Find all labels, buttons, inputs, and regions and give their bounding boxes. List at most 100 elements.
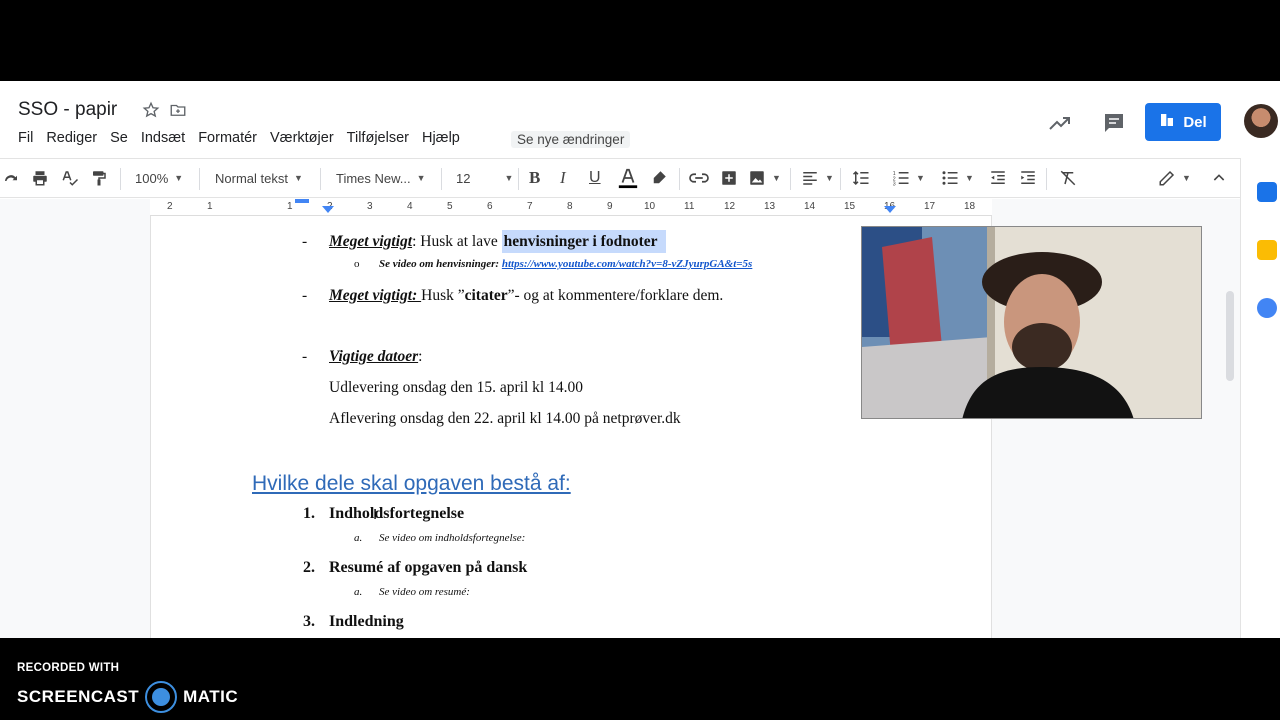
underline-icon[interactable]: U: [589, 167, 601, 189]
move-folder-icon[interactable]: [169, 101, 189, 121]
collapse-toolbar-icon[interactable]: [1211, 167, 1227, 189]
first-line-indent-marker[interactable]: [295, 199, 309, 203]
youtube-link[interactable]: https://www.youtube.com/watch?v=8-vZJyur…: [502, 258, 752, 270]
menu-se[interactable]: Se: [110, 130, 128, 146]
body-text: ”- og at kommentere/forklare dem.: [507, 287, 724, 304]
list-number: 1.: [303, 505, 315, 522]
sub-item-toc-video: Se video om indholdsfortegnelse:: [379, 532, 526, 544]
chevron-down-icon: ▼: [965, 173, 974, 183]
align-left-icon[interactable]: ▼: [801, 167, 834, 189]
clear-formatting-icon[interactable]: [1059, 167, 1077, 189]
body-text: Husk at lave: [416, 233, 502, 250]
paragraph-style-select[interactable]: Normal tekst ▼: [215, 167, 303, 189]
highlight-color-icon[interactable]: [650, 167, 668, 189]
list-item-toc: Indholdsfortegnelse: [329, 505, 465, 522]
text-cursor-icon: I: [373, 506, 378, 523]
ruler-number: 3: [367, 201, 373, 212]
toolbar-divider: [320, 168, 321, 190]
decrease-indent-icon[interactable]: [989, 167, 1007, 189]
font-size-select[interactable]: 12 ▼: [456, 167, 513, 189]
ruler-number: 7: [527, 201, 533, 212]
share-button[interactable]: Del: [1145, 103, 1221, 141]
video-label: Se video om henvisninger:: [379, 258, 502, 270]
circle-bullet: o: [354, 258, 360, 270]
brand-left: SCREENCAST: [17, 687, 140, 706]
ruler-number: 12: [724, 201, 736, 212]
recorded-with-label: RECORDED WITH: [17, 662, 120, 674]
chevron-down-icon: ▼: [174, 173, 184, 183]
line-spacing-icon[interactable]: [851, 167, 871, 189]
toolbar-divider: [120, 168, 121, 190]
menu-rediger[interactable]: Rediger: [46, 130, 97, 146]
editing-mode-icon[interactable]: ▼: [1158, 167, 1191, 189]
see-changes-link[interactable]: Se nye ændringer: [511, 131, 631, 148]
ruler[interactable]: 2 1 1 2 3 4 5 6 7 8 9 10 11 12 13 14 15 …: [0, 199, 1240, 216]
font-select[interactable]: Times New... ▼: [336, 167, 426, 189]
calendar-icon[interactable]: [1257, 182, 1277, 202]
document-title[interactable]: SSO - papir: [18, 99, 117, 121]
tasks-icon[interactable]: [1257, 298, 1277, 318]
date-submission: Aflevering onsdag den 22. april kl 14.00…: [329, 410, 681, 427]
google-docs-window: SSO - papir Fil Rediger Se Indsæt Format…: [0, 81, 1280, 638]
share-label: Del: [1183, 113, 1207, 131]
bold-text: citater: [464, 287, 508, 304]
keep-icon[interactable]: [1257, 240, 1277, 260]
chevron-down-icon: ▼: [293, 173, 303, 183]
bullet-line-footnotes: Meget vigtigt: Husk at lave henvisninger…: [329, 230, 666, 253]
brand-right: MATIC: [183, 687, 239, 706]
ruler-number: 1: [287, 201, 293, 212]
colon-text: :: [418, 348, 423, 365]
menu-hjaelp[interactable]: Hjælp: [422, 130, 460, 146]
user-avatar[interactable]: [1244, 104, 1278, 138]
chevron-down-icon: ▼: [1182, 173, 1191, 183]
bullet-dash: -: [302, 287, 308, 304]
ruler-number: 1: [207, 201, 213, 212]
insert-image-icon[interactable]: ▼: [748, 167, 781, 189]
selected-text[interactable]: henvisninger i fodnoter: [501, 230, 666, 253]
bullet-dash: -: [302, 348, 308, 365]
emphasis-text: Vigtige datoer: [329, 348, 419, 365]
bold-icon[interactable]: B: [529, 167, 540, 189]
ruler-number: 13: [764, 201, 776, 212]
sub-letter: a.: [354, 586, 363, 598]
ruler-number: 2: [167, 201, 173, 212]
increase-indent-icon[interactable]: [1019, 167, 1037, 189]
redo-icon[interactable]: [2, 167, 20, 189]
ruler-number: 14: [804, 201, 816, 212]
menu-formater[interactable]: Formatér: [198, 130, 257, 146]
comments-icon[interactable]: [1102, 111, 1126, 140]
toolbar-divider: [518, 168, 519, 190]
vertical-scrollbar[interactable]: [1226, 291, 1234, 381]
activity-trend-icon[interactable]: [1048, 111, 1072, 140]
spellcheck-icon[interactable]: [61, 167, 79, 189]
list-item-introduction: Indledning: [329, 613, 404, 630]
text-color-icon[interactable]: [617, 167, 639, 189]
ruler-track: 2 1 1 2 3 4 5 6 7 8 9 10 11 12 13 14 15 …: [150, 199, 992, 216]
left-indent-marker[interactable]: [322, 206, 334, 213]
list-item-summary: Resumé af opgaven på dansk: [329, 559, 528, 576]
star-icon[interactable]: [142, 101, 162, 121]
add-comment-icon[interactable]: [720, 167, 738, 189]
zoom-select[interactable]: 100% ▼: [135, 167, 183, 189]
italic-icon[interactable]: I: [560, 167, 566, 189]
paint-format-icon[interactable]: [90, 167, 108, 189]
chevron-down-icon: ▼: [504, 173, 514, 183]
svg-text:3: 3: [893, 182, 896, 188]
ruler-number: 18: [964, 201, 976, 212]
menu-indsaet[interactable]: Indsæt: [141, 130, 185, 146]
ruler-number: 15: [844, 201, 856, 212]
recorder-footer: RECORDED WITH SCREENCAST MATIC: [0, 638, 1280, 720]
toolbar-divider: [790, 168, 791, 190]
menu-fil[interactable]: Fil: [18, 130, 33, 146]
menu-tilfojelser[interactable]: Tilføjelser: [347, 130, 409, 146]
right-indent-marker[interactable]: [884, 206, 896, 213]
link-icon[interactable]: [688, 167, 710, 189]
bulleted-list-icon[interactable]: ▼: [941, 167, 974, 189]
screencast-o-matic-logo: SCREENCAST MATIC: [17, 681, 238, 713]
webcam-overlay: [861, 226, 1202, 419]
print-icon[interactable]: [31, 167, 49, 189]
menu-vaerktojer[interactable]: Værktøjer: [270, 130, 334, 146]
ruler-number: 10: [644, 201, 656, 212]
emphasis-text: Meget vigtigt: [329, 233, 413, 250]
numbered-list-icon[interactable]: 1 2 3 ▼: [892, 167, 925, 189]
